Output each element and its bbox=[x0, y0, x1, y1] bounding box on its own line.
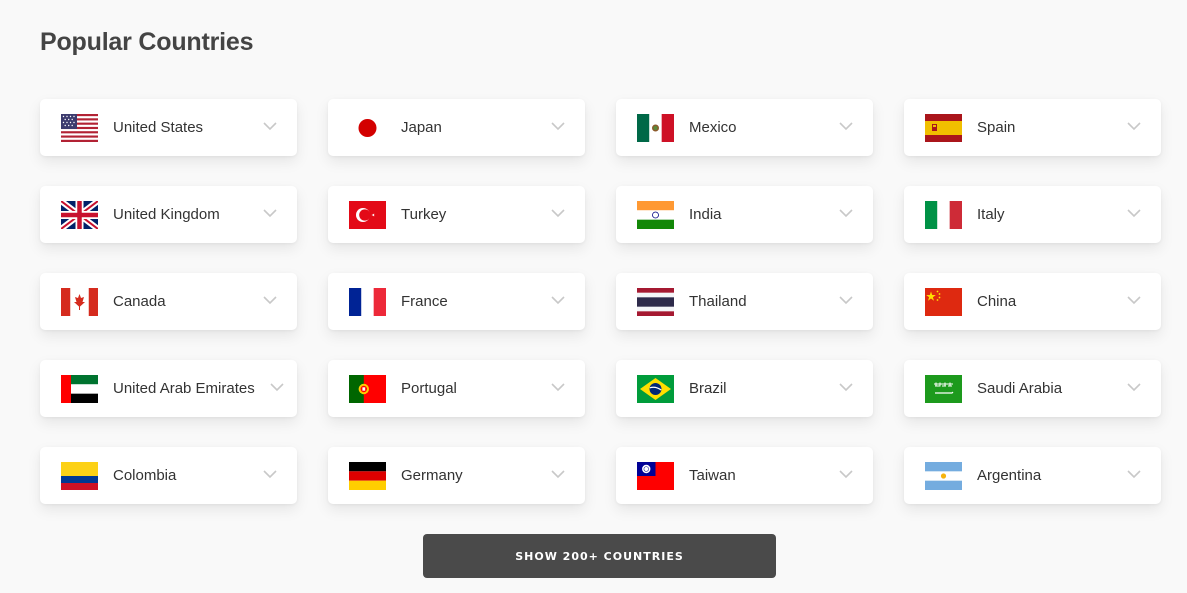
ar-flag-icon bbox=[925, 462, 962, 490]
chevron-down-icon bbox=[270, 382, 284, 392]
co-flag-icon bbox=[61, 462, 98, 490]
chevron-down-icon bbox=[1127, 382, 1141, 392]
ca-flag-icon bbox=[61, 288, 98, 316]
chevron-down-icon bbox=[551, 121, 565, 131]
country-name: United States bbox=[113, 119, 204, 136]
pt-flag-icon bbox=[349, 375, 386, 403]
chevron-down-icon bbox=[839, 469, 853, 479]
country-card-mexico[interactable]: Mexico bbox=[616, 99, 873, 156]
country-card-italy[interactable]: Italy bbox=[904, 186, 1161, 243]
tr-flag-icon bbox=[349, 201, 386, 229]
country-name: United Kingdom bbox=[113, 206, 220, 223]
sa-flag-icon bbox=[925, 375, 962, 403]
country-name: United Arab Emirates bbox=[113, 380, 255, 397]
cn-flag-icon bbox=[925, 288, 962, 316]
country-card-united-kingdom[interactable]: United Kingdom bbox=[40, 186, 297, 243]
country-card-japan[interactable]: Japan bbox=[328, 99, 585, 156]
th-flag-icon bbox=[637, 288, 674, 316]
chevron-down-icon bbox=[1127, 469, 1141, 479]
country-card-colombia[interactable]: Colombia bbox=[40, 447, 297, 504]
fr-flag-icon bbox=[349, 288, 386, 316]
tw-flag-icon bbox=[637, 462, 674, 490]
chevron-down-icon bbox=[1127, 121, 1141, 131]
chevron-down-icon bbox=[551, 295, 565, 305]
chevron-down-icon bbox=[839, 208, 853, 218]
country-name: Colombia bbox=[113, 467, 177, 484]
country-card-united-states[interactable]: United States bbox=[40, 99, 297, 156]
section-title: Popular Countries bbox=[40, 28, 254, 56]
country-name: Argentina bbox=[977, 467, 1042, 484]
br-flag-icon bbox=[637, 375, 674, 403]
ae-flag-icon bbox=[61, 375, 98, 403]
country-card-china[interactable]: China bbox=[904, 273, 1161, 330]
country-card-brazil[interactable]: Brazil bbox=[616, 360, 873, 417]
country-card-thailand[interactable]: Thailand bbox=[616, 273, 873, 330]
country-name: Taiwan bbox=[689, 467, 736, 484]
chevron-down-icon bbox=[839, 121, 853, 131]
country-card-portugal[interactable]: Portugal bbox=[328, 360, 585, 417]
chevron-down-icon bbox=[551, 382, 565, 392]
in-flag-icon bbox=[637, 201, 674, 229]
gb-flag-icon bbox=[61, 201, 98, 229]
country-name: Mexico bbox=[689, 119, 737, 136]
it-flag-icon bbox=[925, 201, 962, 229]
chevron-down-icon bbox=[551, 208, 565, 218]
chevron-down-icon bbox=[1127, 208, 1141, 218]
country-card-canada[interactable]: Canada bbox=[40, 273, 297, 330]
chevron-down-icon bbox=[839, 382, 853, 392]
chevron-down-icon bbox=[263, 295, 277, 305]
country-name: Brazil bbox=[689, 380, 727, 397]
country-name: Portugal bbox=[401, 380, 457, 397]
country-card-argentina[interactable]: Argentina bbox=[904, 447, 1161, 504]
country-name: Germany bbox=[401, 467, 463, 484]
country-name: Thailand bbox=[689, 293, 747, 310]
us-flag-icon bbox=[61, 114, 98, 142]
country-name: Canada bbox=[113, 293, 166, 310]
chevron-down-icon bbox=[263, 208, 277, 218]
chevron-down-icon bbox=[839, 295, 853, 305]
popular-countries-section: Popular Countries United States Japan Me… bbox=[0, 0, 1187, 593]
country-card-india[interactable]: India bbox=[616, 186, 873, 243]
jp-flag-icon bbox=[349, 114, 386, 142]
chevron-down-icon bbox=[263, 469, 277, 479]
country-card-spain[interactable]: Spain bbox=[904, 99, 1161, 156]
country-card-taiwan[interactable]: Taiwan bbox=[616, 447, 873, 504]
country-name: France bbox=[401, 293, 448, 310]
country-name: Italy bbox=[977, 206, 1005, 223]
country-name: India bbox=[689, 206, 722, 223]
es-flag-icon bbox=[925, 114, 962, 142]
chevron-down-icon bbox=[551, 469, 565, 479]
chevron-down-icon bbox=[1127, 295, 1141, 305]
country-name: Saudi Arabia bbox=[977, 380, 1063, 397]
country-name: China bbox=[977, 293, 1017, 310]
mx-flag-icon bbox=[637, 114, 674, 142]
country-card-saudi-arabia[interactable]: Saudi Arabia bbox=[904, 360, 1161, 417]
country-card-france[interactable]: France bbox=[328, 273, 585, 330]
country-card-turkey[interactable]: Turkey bbox=[328, 186, 585, 243]
de-flag-icon bbox=[349, 462, 386, 490]
country-card-united-arab-emirates[interactable]: United Arab Emirates bbox=[40, 360, 297, 417]
show-all-countries-button[interactable]: SHOW 200+ COUNTRIES bbox=[423, 534, 776, 578]
chevron-down-icon bbox=[263, 121, 277, 131]
country-grid: United States Japan Mexico Spain United … bbox=[40, 99, 1161, 504]
country-card-germany[interactable]: Germany bbox=[328, 447, 585, 504]
country-name: Turkey bbox=[401, 206, 447, 223]
country-name: Japan bbox=[401, 119, 442, 136]
country-name: Spain bbox=[977, 119, 1016, 136]
